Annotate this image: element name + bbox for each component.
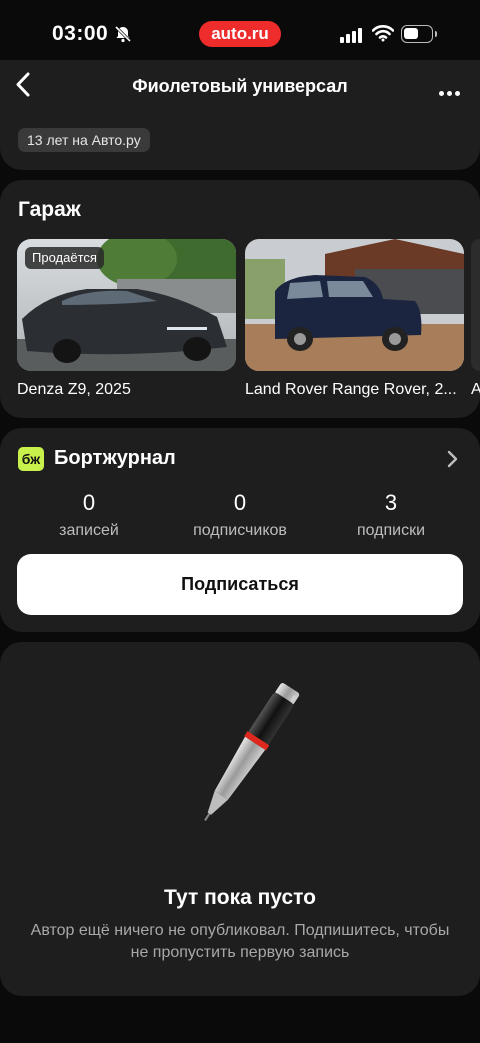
empty-state-text: Автор ещё ничего не опубликовал. Подпиши… <box>30 922 450 961</box>
bortjournal-logo-icon: бж <box>18 447 44 471</box>
car-name: Land Rover Range Rover, 2... <box>245 381 457 398</box>
bell-muted-icon <box>114 25 132 43</box>
auto-ru-badge: auto.ru <box>199 21 281 47</box>
chevron-right-icon[interactable] <box>446 450 458 468</box>
page-title: Фиолетовый универсал <box>132 76 348 96</box>
car-photo <box>245 239 464 371</box>
stat-subscriptions[interactable]: 3 подписки <box>316 490 466 540</box>
garage-card: Гараж Продаётся Denza Z9, 2025 Land Rove… <box>0 180 480 418</box>
pen-illustration-icon <box>204 683 300 821</box>
stat-value: 0 <box>82 490 96 515</box>
for-sale-badge: Продаётся <box>25 247 104 269</box>
cellular-signal-icon <box>340 28 362 43</box>
subscribe-button[interactable]: Подписаться <box>17 554 463 615</box>
stat-label: записей <box>59 522 119 539</box>
membership-badge: 13 лет на Авто.ру <box>18 128 150 152</box>
car-photo: Продаётся <box>17 239 236 371</box>
stat-followers[interactable]: 0 подписчиков <box>165 490 315 540</box>
stat-label: подписки <box>356 522 426 539</box>
car-photo <box>471 239 480 371</box>
garage-car-item[interactable]: Land Rover Range Rover, 2... <box>245 239 464 399</box>
empty-state-title: Тут пока пусто <box>164 886 316 909</box>
bortjournal-card: бж Бортжурнал 0 записей 0 подписчиков 3 … <box>0 428 480 632</box>
car-name: Denza Z9, 2025 <box>17 381 131 398</box>
stat-value: 0 <box>233 490 247 515</box>
empty-state-card: Тут пока пусто Автор ещё ничего не опубл… <box>0 642 480 996</box>
wifi-icon <box>372 25 394 42</box>
garage-car-item[interactable]: Продаётся Denza Z9, 2025 <box>17 239 236 399</box>
stat-value: 3 <box>384 490 398 515</box>
battery-icon <box>401 25 437 43</box>
garage-title: Гараж <box>18 198 81 221</box>
bortjournal-title[interactable]: Бортжурнал <box>54 447 176 470</box>
car-name: A <box>471 381 480 399</box>
more-options-icon[interactable] <box>436 83 460 101</box>
stat-label: подписчиков <box>193 522 287 539</box>
stat-posts[interactable]: 0 записей <box>14 490 164 540</box>
status-time: 03:00 <box>52 22 109 45</box>
garage-car-item[interactable]: A <box>471 239 480 399</box>
top-navigation: Фиолетовый универсал <box>0 70 480 106</box>
